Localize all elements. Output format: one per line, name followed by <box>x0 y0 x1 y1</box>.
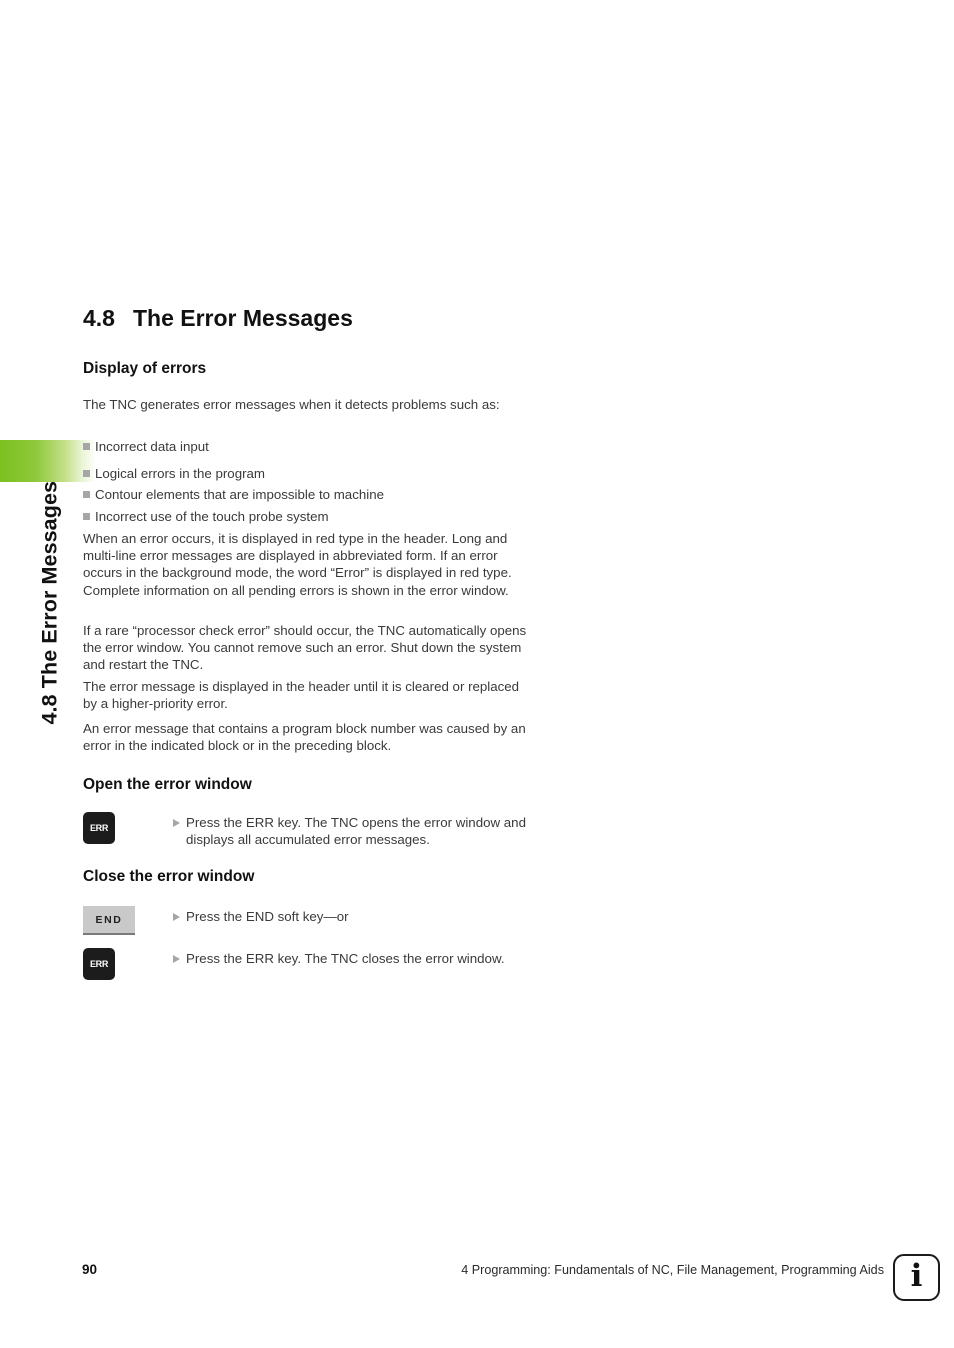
square-bullet-icon <box>83 491 90 499</box>
list-item: Incorrect data input <box>83 438 528 455</box>
square-bullet-icon <box>83 512 90 520</box>
list-item-label: Incorrect data input <box>95 439 209 454</box>
triangle-bullet-icon <box>173 955 180 963</box>
running-head: 4.8 The Error Messages <box>0 0 80 1348</box>
list-item: Logical errors in the program <box>83 465 528 482</box>
section-number: 4.8 <box>83 305 115 331</box>
list-item-label: Logical errors in the program <box>95 466 265 482</box>
triangle-bullet-icon <box>173 819 180 827</box>
list-item-label: Incorrect use of the touch probe system <box>95 508 329 524</box>
heading-close-error-window: Close the error window <box>83 868 255 885</box>
err-key-icon[interactable]: ERR <box>83 812 115 844</box>
running-head-title: 4.8 The Error Messages <box>37 480 62 725</box>
err-key-icon[interactable]: ERR <box>83 948 115 980</box>
step-label: Press the ERR key. The TNC closes the er… <box>186 951 505 966</box>
footer-chapter-label: 4 Programming: Fundamentals of NC, File … <box>461 1263 884 1277</box>
square-bullet-icon <box>83 470 90 478</box>
list-item: Contour elements that are impossible to … <box>83 486 528 503</box>
step-label: Press the END soft key—or <box>186 909 349 924</box>
section-title: The Error Messages <box>132 305 353 331</box>
error-cause-list: Incorrect data input Logical errors in t… <box>83 438 528 525</box>
list-item: Incorrect use of the touch probe system <box>83 508 528 525</box>
step-text-wrapper: Press the ERR key. The TNC closes the er… <box>173 950 528 967</box>
triangle-bullet-icon <box>173 913 180 921</box>
list-item-label: Contour elements that are impossible to … <box>95 487 384 503</box>
info-icon: i <box>893 1254 940 1301</box>
paragraph-block-number: An error message that contains a program… <box>83 721 526 754</box>
info-icon-glyph: i <box>910 1258 923 1294</box>
page-footer: 90 4 Programming: Fundamentals of NC, Fi… <box>0 1254 954 1348</box>
heading-display-of-errors: Display of errors <box>83 360 207 377</box>
section-heading: 4.8 The Error Messages <box>83 305 553 332</box>
paragraph-intro: The TNC generates error messages when it… <box>83 397 500 412</box>
paragraph-when-error-occurs: When an error occurs, it is displayed in… <box>83 531 512 598</box>
square-bullet-icon <box>83 443 90 450</box>
step-text-wrapper: Press the END soft key—or <box>173 908 528 925</box>
paragraph-processor-check-error: If a rare “processor check error” should… <box>83 623 527 673</box>
step-label: Press the ERR key. The TNC opens the err… <box>186 815 526 848</box>
paragraph-header-display: The error message is displayed in the he… <box>83 679 520 712</box>
end-soft-key-icon[interactable]: END <box>83 906 135 935</box>
step-text-wrapper: Press the ERR key. The TNC opens the err… <box>173 814 528 848</box>
heading-open-error-window: Open the error window <box>83 776 252 793</box>
